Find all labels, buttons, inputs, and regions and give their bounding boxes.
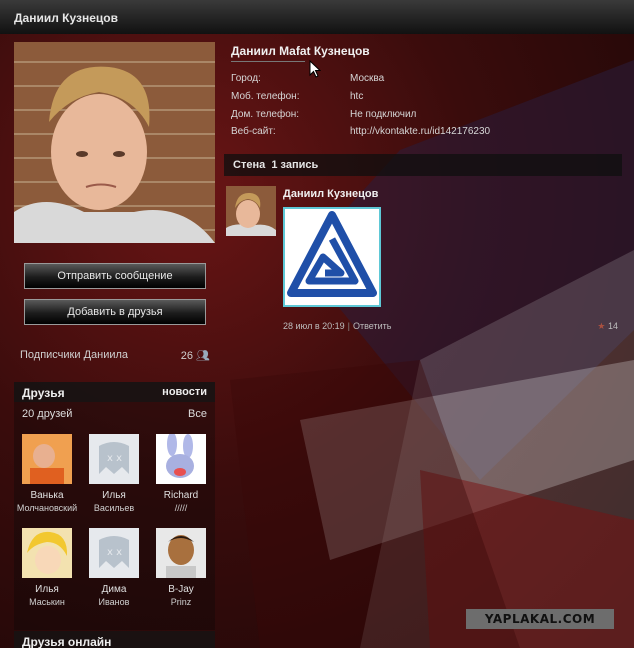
friends-header: Друзья новости bbox=[14, 382, 215, 402]
friend-first-name: Ванька bbox=[30, 490, 64, 501]
friend-avatar: x x bbox=[89, 528, 139, 578]
info-label: Дом. телефон: bbox=[231, 109, 300, 120]
friend-item[interactable]: Richard ///// bbox=[148, 434, 214, 514]
subscribers-row[interactable]: Подписчики Даниила 26 👥︎ bbox=[20, 349, 210, 363]
info-label: Город: bbox=[231, 73, 261, 84]
subscribers-count: 26 👥︎ bbox=[180, 350, 210, 362]
friend-first-name: Илья bbox=[102, 490, 126, 501]
friend-first-name: B-Jay bbox=[168, 584, 194, 595]
friend-avatar: x x bbox=[89, 434, 139, 484]
friend-avatar bbox=[156, 434, 206, 484]
friend-item[interactable]: B-Jay Prinz bbox=[148, 528, 214, 608]
people-icon: 👥︎ bbox=[196, 350, 210, 362]
post-meta: 28 июл в 20:19 | Ответить bbox=[283, 321, 392, 331]
friends-title[interactable]: Друзья bbox=[22, 386, 65, 400]
info-value: htc bbox=[350, 91, 364, 102]
send-message-button[interactable]: Отправить сообщение bbox=[24, 263, 206, 289]
wall-header[interactable]: Стена 1 запись bbox=[224, 154, 622, 176]
friends-panel: Друзья новости 20 друзей Все Ванька Молч… bbox=[14, 382, 215, 630]
post-reply-link[interactable]: Ответить bbox=[353, 321, 391, 331]
info-value: Не подключил bbox=[350, 109, 417, 120]
page-title: Даниил Кузнецов bbox=[14, 11, 118, 25]
friend-last-name: Иванов bbox=[98, 597, 130, 607]
friend-last-name: Васильев bbox=[93, 503, 135, 513]
friend-avatar bbox=[156, 528, 206, 578]
friend-avatar bbox=[22, 528, 72, 578]
like-count: 14 bbox=[607, 321, 618, 331]
friend-first-name: Richard bbox=[163, 490, 199, 501]
friend-last-name: Prinz bbox=[170, 597, 192, 607]
info-row-website: Веб-сайт: http://vkontakte.ru/id14217623… bbox=[231, 126, 621, 140]
svg-text:x x: x x bbox=[107, 453, 122, 464]
name-divider bbox=[231, 61, 305, 62]
friends-news-link[interactable]: новости bbox=[162, 386, 207, 398]
profile-full-name: Даниил Mafat Кузнецов bbox=[231, 44, 370, 58]
mouse-cursor-icon bbox=[309, 60, 321, 78]
info-row-home-phone: Дом. телефон: Не подключил bbox=[231, 109, 621, 123]
post-attached-image[interactable] bbox=[283, 207, 381, 307]
friends-online-header: Друзья онлайн bbox=[14, 631, 215, 648]
friend-avatar bbox=[22, 434, 72, 484]
friend-first-name: Илья bbox=[35, 584, 59, 595]
friend-last-name: Молчановский bbox=[16, 503, 78, 513]
wall-title: Стена 1 запись bbox=[233, 159, 319, 171]
star-icon: ★ bbox=[597, 321, 606, 331]
website-link[interactable]: http://vkontakte.ru/id142176230 bbox=[350, 126, 490, 137]
spiral-logo-icon bbox=[285, 209, 379, 305]
info-label: Веб-сайт: bbox=[231, 126, 276, 137]
subscribers-label: Подписчики Даниила bbox=[20, 349, 129, 361]
post-like-button[interactable]: ★ 14 bbox=[597, 321, 618, 332]
post-date[interactable]: 28 июл в 20:19 bbox=[283, 321, 345, 331]
friend-item[interactable]: Ванька Молчановский bbox=[14, 434, 80, 514]
site-watermark: YAPLAKAL.COM bbox=[466, 609, 614, 629]
post-author-name[interactable]: Даниил Кузнецов bbox=[283, 188, 378, 200]
friends-count[interactable]: 20 друзей bbox=[22, 408, 72, 420]
svg-text:x x: x x bbox=[107, 547, 122, 558]
friends-all-link[interactable]: Все bbox=[188, 408, 207, 420]
info-label: Моб. телефон: bbox=[231, 91, 300, 102]
friend-item[interactable]: x x Илья Васильев bbox=[81, 434, 147, 514]
post-author-avatar[interactable] bbox=[226, 186, 276, 236]
friend-item[interactable]: x x Дима Иванов bbox=[81, 528, 147, 608]
info-row-mobile: Моб. телефон: htc bbox=[231, 91, 621, 105]
add-friend-button[interactable]: Добавить в друзья bbox=[24, 299, 206, 325]
friend-last-name: Маськин bbox=[29, 597, 65, 607]
friend-item[interactable]: Илья Маськин bbox=[14, 528, 80, 608]
friend-first-name: Дима bbox=[101, 584, 127, 595]
profile-avatar[interactable] bbox=[14, 42, 215, 243]
friend-last-name: ///// bbox=[174, 503, 188, 513]
info-row-city: Город: Москва bbox=[231, 73, 621, 87]
top-bar: Даниил Кузнецов bbox=[0, 0, 634, 34]
friends-online-title[interactable]: Друзья онлайн bbox=[22, 635, 111, 648]
info-value[interactable]: Москва bbox=[350, 73, 384, 84]
